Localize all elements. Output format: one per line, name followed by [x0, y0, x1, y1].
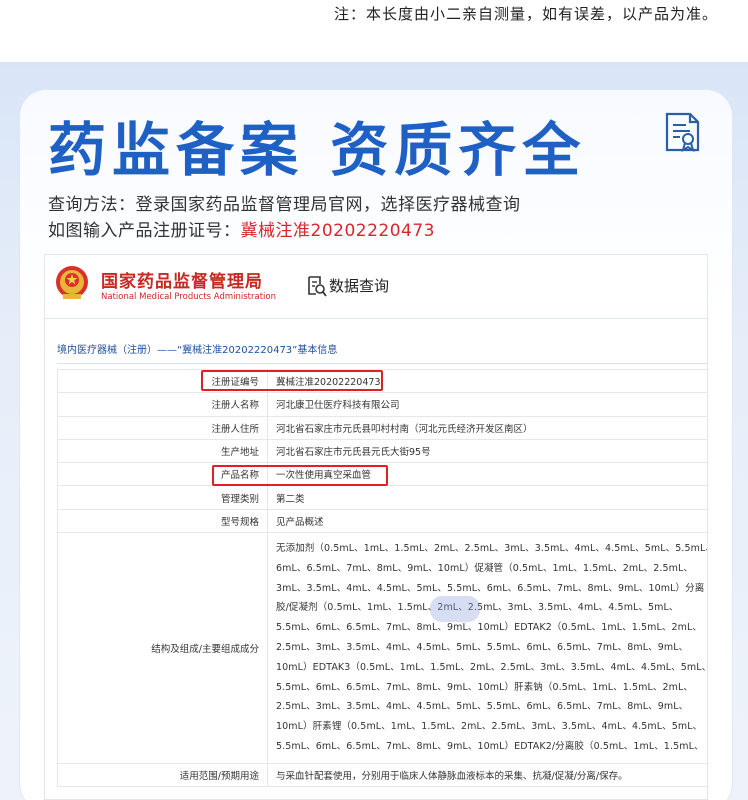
certificate-icon — [665, 112, 700, 152]
field-label: 型号规格 — [57, 508, 268, 534]
watermark-blob — [430, 596, 480, 622]
table-row: 适用范围/预期用途 与采血针配套使用，分别用于临床人体静脉血液标本的采集、抗凝/… — [57, 763, 707, 788]
field-label: 结构及组成/主要组成成分 — [57, 532, 268, 765]
table-row: 注册人名称 河北康卫仕医疗科技有限公司 — [57, 392, 707, 417]
headline: 药监备案 资质齐全 — [48, 116, 587, 184]
field-label: 注册人住所 — [57, 415, 268, 440]
field-label: 注册人名称 — [57, 392, 268, 417]
search-document-icon[interactable] — [307, 275, 327, 297]
table-row: 管理类别 第二类 — [57, 485, 707, 510]
field-label: 适用范围/预期用途 — [57, 763, 268, 788]
field-value: 第二类 — [267, 485, 707, 510]
registration-detail-table: 注册证编号 冀械注准20202220473 注册人名称 河北康卫仕医疗科技有限公… — [57, 368, 708, 788]
field-value: 河北省石家庄市元氏县元氏大街95号 — [267, 438, 707, 464]
top-note-band: 注：本长度由小二亲自测量，如有误差，以产品为准。 — [0, 0, 748, 62]
agency-name-cn: 国家药品监督管理局 — [101, 272, 263, 292]
registration-number-highlight-box — [201, 370, 383, 391]
table-row: 生产地址 河北省石家庄市元氏县元氏大街95号 — [57, 438, 707, 464]
breadcrumb[interactable]: 境内医疗器械（注册）——“冀械注准20202220473”基本信息 — [57, 341, 337, 356]
field-label: 生产地址 — [57, 438, 268, 464]
field-value: 无添加剂（0.5mL、1mL、1.5mL、2mL、2.5mL、3mL、3.5mL… — [267, 532, 708, 765]
field-value: 河北康卫仕医疗科技有限公司 — [267, 392, 707, 417]
site-header: 国家药品监督管理局 National Medical Products Admi… — [45, 255, 707, 319]
field-label: 管理类别 — [57, 485, 268, 510]
product-name-highlight-box — [212, 465, 388, 486]
agency-name-en: National Medical Products Administration — [101, 292, 276, 302]
breadcrumb-divider — [57, 363, 707, 364]
registration-number-highlight: 冀械注准20202220473 — [240, 221, 435, 241]
field-value: 见产品概述 — [267, 508, 707, 534]
national-emblem-icon — [56, 266, 88, 299]
query-method-text: 查询方法：登录国家药品监督管理局官网，选择医疗器械查询 — [48, 195, 521, 215]
field-value: 与采血针配套使用，分别用于临床人体静脉血液标本的采集、抗凝/促凝/分离/保存。 — [267, 763, 707, 788]
measurement-note: 注：本长度由小二亲自测量，如有误差，以产品为准。 — [333, 5, 718, 23]
structure-text: 无添加剂（0.5mL、1mL、1.5mL、2mL、2.5mL、3mL、3.5mL… — [276, 543, 708, 753]
input-instruction: 如图输入产品注册证号：冀械注准20202220473 — [48, 216, 435, 241]
input-instruction-prefix: 如图输入产品注册证号： — [48, 221, 241, 241]
table-row: 注册人住所 河北省石家庄市元氏县叩村村南（河北元氏经济开发区南区） — [57, 415, 707, 440]
field-value: 河北省石家庄市元氏县叩村村南（河北元氏经济开发区南区） — [267, 415, 707, 440]
data-query-link[interactable]: 数据查询 — [329, 275, 389, 296]
table-row: 型号规格 见产品概述 — [57, 508, 707, 534]
table-row: 结构及组成/主要组成成分 无添加剂（0.5mL、1mL、1.5mL、2mL、2.… — [57, 532, 708, 765]
nmpa-screenshot: 国家药品监督管理局 National Medical Products Admi… — [44, 254, 708, 800]
